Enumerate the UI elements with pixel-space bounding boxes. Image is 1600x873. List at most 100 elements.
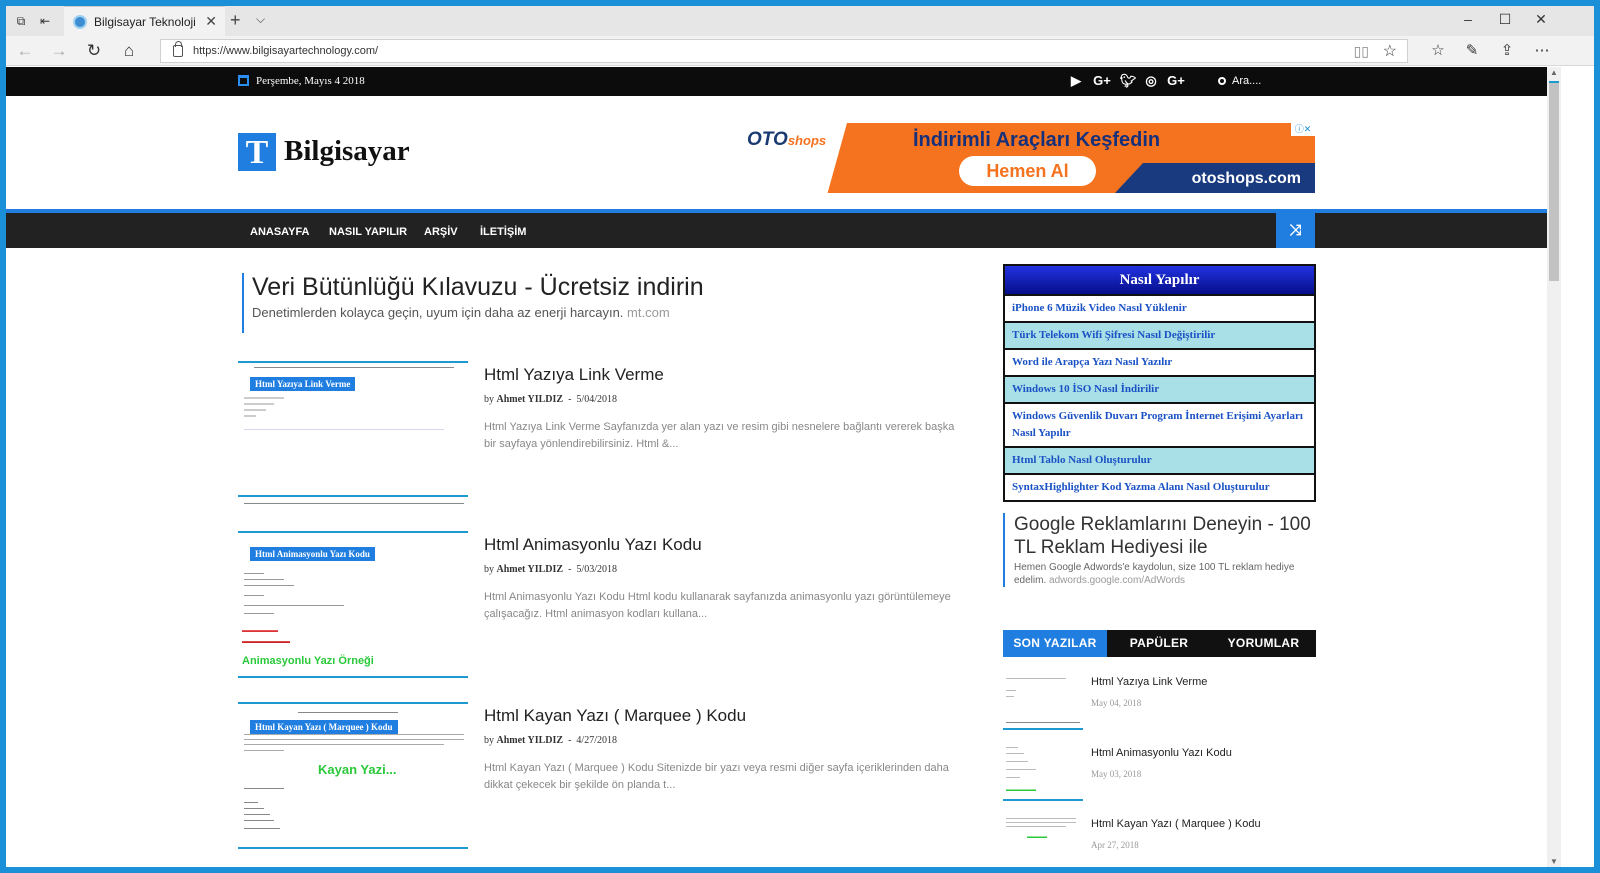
adchoices-icon[interactable]: ⓘ✕ xyxy=(1291,123,1315,136)
recent-post-title[interactable]: Html Yazıya Link Verme xyxy=(1091,676,1207,688)
url-text: https://www.bilgisayartechnology.com/ xyxy=(193,45,379,57)
text-ad-domain: mt.com xyxy=(627,305,670,320)
ad-headline: İndirimli Araçları Keşfedin xyxy=(913,129,1161,151)
close-window-icon[interactable]: ✕ xyxy=(1531,11,1551,28)
maximize-icon[interactable]: ☐ xyxy=(1495,11,1515,28)
tab-manager-icon[interactable]: ⧉ xyxy=(12,12,30,30)
recent-post-item[interactable]: ▬▬▬▬ Html Kayan Yazı ( Marquee ) Kodu Ap… xyxy=(1003,814,1316,867)
text-ad[interactable]: Veri Bütünlüğü Kılavuzu - Ücretsiz indir… xyxy=(242,273,704,333)
post-meta: by Ahmet YILDIZ - 5/03/2018 xyxy=(484,564,617,575)
search-field[interactable]: Ara.... xyxy=(1218,75,1261,87)
reading-view-icon[interactable]: ▯▯ xyxy=(1354,43,1369,60)
sidebar-tabs: SON YAZILAR PAPÜLER YORUMLAR xyxy=(1003,630,1316,657)
scroll-up-icon[interactable]: ▲ xyxy=(1547,68,1561,77)
thumb-tag: Html Kayan Yazı ( Marquee ) Kodu xyxy=(250,720,398,734)
scroll-down-icon[interactable]: ▼ xyxy=(1547,857,1561,866)
post-card: Html Yazıya Link Verme Html Yazıya Link … xyxy=(238,361,973,521)
recent-post-title[interactable]: Html Kayan Yazı ( Marquee ) Kodu xyxy=(1091,818,1261,830)
thumb-tag: Html Animasyonlu Yazı Kodu xyxy=(250,547,375,561)
howto-link[interactable]: Windows 10 İSO Nasıl İndirilir xyxy=(1005,375,1314,402)
nav-item-home[interactable]: ANASAYFA xyxy=(250,226,310,238)
howto-link[interactable]: SyntaxHighlighter Kod Yazma Alanı Nasıl … xyxy=(1005,473,1314,500)
sidebar-text-ad[interactable]: Google Reklamlarını Deneyin - 100 TL Rek… xyxy=(1003,513,1316,587)
post-title[interactable]: Html Yazıya Link Verme xyxy=(484,365,664,385)
tab-popular[interactable]: PAPÜLER xyxy=(1107,630,1211,657)
nav-item-howto[interactable]: NASIL YAPILIR xyxy=(329,226,407,238)
new-tab-icon[interactable]: + xyxy=(230,10,241,31)
minimize-icon[interactable]: – xyxy=(1458,11,1478,27)
site-favicon-icon xyxy=(73,15,87,29)
scrollbar-thumb[interactable] xyxy=(1549,81,1559,281)
browser-tab[interactable]: Bilgisayar Teknoloji ✕ xyxy=(64,6,225,36)
post-title[interactable]: Html Animasyonlu Yazı Kodu xyxy=(484,535,702,555)
thumb-green-text: Animasyonlu Yazı Örneği xyxy=(242,655,374,667)
browser-window: ⧉ ⇤ Bilgisayar Teknoloji ✕ + ⌵ – ☐ ✕ ← →… xyxy=(6,6,1594,867)
recent-post-thumbnail[interactable] xyxy=(1003,672,1083,730)
thumb-tag: Html Yazıya Link Verme xyxy=(250,377,356,391)
post-date: 5/03/2018 xyxy=(576,564,617,575)
logo-mark: T xyxy=(238,133,276,171)
thumb-green-text: Kayan Yazi... xyxy=(318,762,397,777)
text-ad-headline[interactable]: Veri Bütünlüğü Kılavuzu - Ücretsiz indir… xyxy=(252,273,704,302)
instagram-icon[interactable]: ◎ xyxy=(1141,73,1161,89)
nav-item-archive[interactable]: ARŞİV xyxy=(424,226,458,238)
back-icon[interactable]: ← xyxy=(14,41,36,61)
tab-comments[interactable]: YORUMLAR xyxy=(1211,630,1316,657)
random-post-shuffle-icon[interactable]: ⤨ xyxy=(1276,213,1315,248)
ad-cta-button[interactable]: Hemen Al xyxy=(959,156,1096,186)
post-thumbnail[interactable]: Html Animasyonlu Yazı Kodu ▬▬▬▬▬▬ ▬▬▬▬▬▬… xyxy=(238,531,468,679)
howto-widget: Nasıl Yapılır iPhone 6 Müzik Video Nasıl… xyxy=(1003,264,1316,502)
refresh-icon[interactable]: ↻ xyxy=(83,41,105,61)
recent-post-item[interactable]: Html Yazıya Link Verme May 04, 2018 xyxy=(1003,672,1316,732)
share-icon[interactable]: ⇪ xyxy=(1496,41,1518,59)
favorites-list-icon[interactable]: ☆ xyxy=(1427,41,1449,59)
sidebar-ad-headline[interactable]: Google Reklamlarını Deneyin - 100 TL Rek… xyxy=(1014,513,1316,559)
howto-title: Nasıl Yapılır xyxy=(1005,266,1314,294)
top-strip: Perşembe, Mayıs 4 2018 ▶ G+ 🐦︎ ◎ G+ Ara.… xyxy=(6,67,1547,96)
post-title[interactable]: Html Kayan Yazı ( Marquee ) Kodu xyxy=(484,706,746,726)
ad-site: otoshops.com xyxy=(1191,170,1301,187)
twitter-icon[interactable]: 🐦︎ xyxy=(1118,73,1138,89)
post-excerpt: Html Yazıya Link Verme Sayfanızda yer al… xyxy=(484,421,955,450)
youtube-icon[interactable]: ▶ xyxy=(1066,73,1086,89)
home-icon[interactable]: ⌂ xyxy=(118,41,140,61)
post-author[interactable]: Ahmet YILDIZ xyxy=(497,735,564,746)
current-date: Perşembe, Mayıs 4 2018 xyxy=(256,75,365,87)
recent-post-item[interactable]: ▬▬▬▬▬▬ Html Animasyonlu Yazı Kodu May 03… xyxy=(1003,743,1316,803)
post-date: 4/27/2018 xyxy=(576,735,617,746)
forward-icon[interactable]: → xyxy=(48,41,70,61)
howto-link[interactable]: Html Tablo Nasıl Oluşturulur xyxy=(1005,446,1314,473)
google-plus-icon[interactable]: G+ xyxy=(1166,73,1186,88)
search-placeholder: Ara.... xyxy=(1232,75,1262,87)
header-ad-banner[interactable]: OTOshops İndirimli Araçları Keşfedin Hem… xyxy=(739,123,1315,193)
post-excerpt: Html Animasyonlu Yazı Kodu Html kodu kul… xyxy=(484,591,951,620)
recent-post-title[interactable]: Html Animasyonlu Yazı Kodu xyxy=(1091,747,1232,759)
post-author[interactable]: Ahmet YILDIZ xyxy=(497,394,564,405)
web-page: Perşembe, Mayıs 4 2018 ▶ G+ 🐦︎ ◎ G+ Ara.… xyxy=(6,67,1547,867)
page-scrollbar[interactable]: ▲ ▼ xyxy=(1547,67,1561,867)
close-tab-icon[interactable]: ✕ xyxy=(205,13,217,30)
address-field[interactable]: https://www.bilgisayartechnology.com/ ▯▯… xyxy=(160,39,1408,63)
post-card: Html Kayan Yazı ( Marquee ) Kodu Kayan Y… xyxy=(238,702,973,862)
tab-recent-posts[interactable]: SON YAZILAR xyxy=(1003,630,1107,657)
set-aside-tabs-icon[interactable]: ⇤ xyxy=(36,12,54,30)
howto-link[interactable]: iPhone 6 Müzik Video Nasıl Yüklenir xyxy=(1005,294,1314,321)
post-author[interactable]: Ahmet YILDIZ xyxy=(497,564,564,575)
post-thumbnail[interactable]: Html Yazıya Link Verme xyxy=(238,361,468,509)
howto-link[interactable]: Türk Telekom Wifi Şifresi Nasıl Değiştir… xyxy=(1005,321,1314,348)
nav-item-contact[interactable]: İLETİŞİM xyxy=(480,226,526,238)
lock-icon xyxy=(173,41,183,57)
more-icon[interactable]: ⋯ xyxy=(1531,41,1553,59)
recent-post-thumbnail[interactable]: ▬▬▬▬ xyxy=(1003,814,1083,867)
tab-preview-chevron-icon[interactable]: ⌵ xyxy=(256,12,265,27)
google-plus-icon[interactable]: G+ xyxy=(1092,73,1112,88)
post-thumbnail[interactable]: Html Kayan Yazı ( Marquee ) Kodu Kayan Y… xyxy=(238,702,468,850)
recent-post-thumbnail[interactable]: ▬▬▬▬▬▬ xyxy=(1003,743,1083,801)
recent-post-date: May 03, 2018 xyxy=(1091,769,1142,779)
web-notes-icon[interactable]: ✎ xyxy=(1461,41,1483,59)
post-meta: by Ahmet YILDIZ - 5/04/2018 xyxy=(484,394,617,405)
post-meta: by Ahmet YILDIZ - 4/27/2018 xyxy=(484,735,617,746)
howto-link[interactable]: Windows Güvenlik Duvarı Program İnternet… xyxy=(1005,402,1314,446)
howto-link[interactable]: Word ile Arapça Yazı Nasıl Yazılır xyxy=(1005,348,1314,375)
favorite-star-icon[interactable]: ☆ xyxy=(1383,41,1397,61)
